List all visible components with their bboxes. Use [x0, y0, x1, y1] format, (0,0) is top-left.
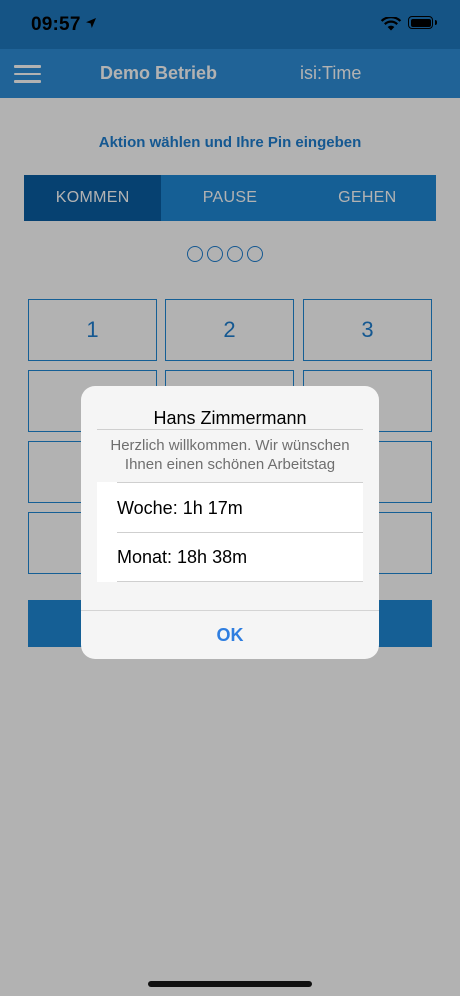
week-hours-row: Woche: 1h 17m — [117, 497, 243, 518]
app-screen: 09:57 Demo Betrieb isi:Time Aktion wähle… — [0, 0, 460, 996]
work-time-summary: Woche: 1h 17m Monat: 18h 38m — [97, 482, 363, 582]
ok-button[interactable]: OK — [81, 611, 379, 659]
dialog-title: Hans Zimmermann — [153, 408, 307, 428]
month-hours-row: Monat: 18h 38m — [117, 546, 248, 567]
dialog-message: Herzlich willkommen. Wir wünschen Ihnen … — [110, 437, 350, 473]
welcome-dialog: Hans Zimmermann Herzlich willkommen. Wir… — [81, 386, 379, 659]
home-indicator[interactable] — [148, 981, 312, 987]
dialog-divider — [97, 429, 363, 430]
row-divider — [117, 581, 363, 582]
row-divider — [117, 482, 363, 483]
